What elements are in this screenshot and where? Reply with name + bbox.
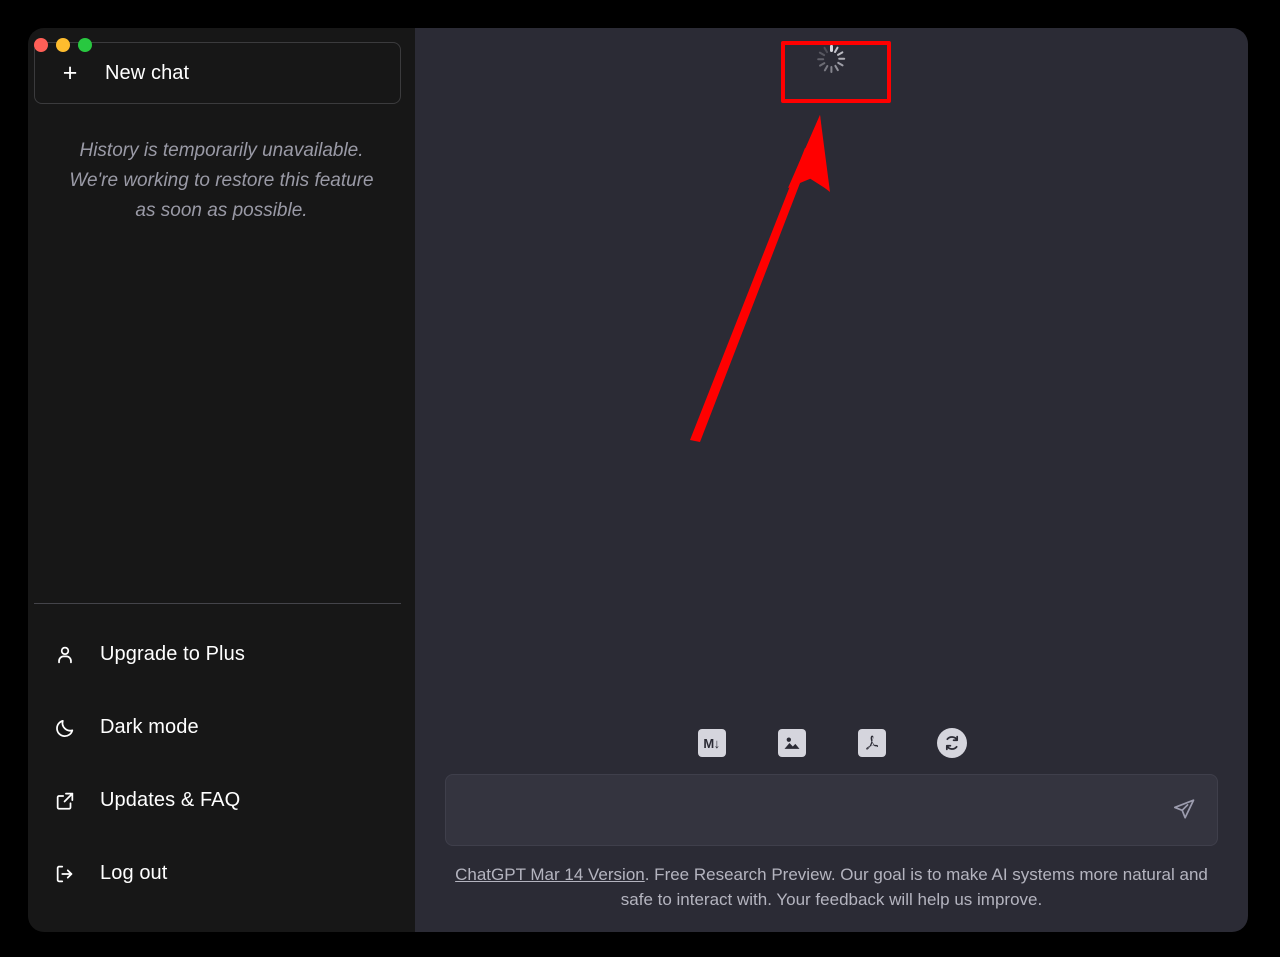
sidebar-menu: Upgrade to Plus Dark mode (28, 604, 415, 932)
image-icon (778, 729, 806, 757)
close-button[interactable] (34, 38, 48, 52)
markdown-icon: M↓ (698, 729, 726, 757)
export-pdf-button[interactable] (855, 726, 889, 760)
sidebar-spacer (28, 226, 415, 603)
message-input[interactable] (446, 775, 1217, 845)
sidebar-item-log-out[interactable]: Log out (28, 837, 415, 910)
new-chat-label: New chat (105, 62, 189, 85)
app-window: + New chat History is temporarily unavai… (28, 28, 1248, 932)
conversation-area (415, 28, 1248, 726)
sidebar: + New chat History is temporarily unavai… (28, 28, 415, 932)
sidebar-item-label: Updates & FAQ (100, 789, 240, 812)
minimize-button[interactable] (56, 38, 70, 52)
export-markdown-button[interactable]: M↓ (695, 726, 729, 760)
user-icon (52, 642, 78, 668)
window-controls (34, 38, 92, 52)
spinner-icon (817, 44, 847, 74)
composer[interactable] (445, 774, 1218, 846)
external-link-icon (52, 788, 78, 814)
refresh-button[interactable] (935, 726, 969, 760)
history-unavailable-note: History is temporarily unavailable. We'r… (58, 136, 385, 226)
send-button[interactable] (1167, 793, 1201, 827)
pdf-icon (858, 729, 886, 757)
screen: + New chat History is temporarily unavai… (0, 0, 1280, 957)
sidebar-item-label: Log out (100, 862, 167, 885)
version-link[interactable]: ChatGPT Mar 14 Version (455, 865, 645, 884)
main-panel: M↓ (415, 28, 1248, 932)
loading-spinner (817, 44, 847, 74)
logout-icon (52, 861, 78, 887)
export-image-button[interactable] (775, 726, 809, 760)
sidebar-item-label: Upgrade to Plus (100, 643, 245, 666)
sidebar-item-dark-mode[interactable]: Dark mode (28, 691, 415, 764)
export-toolbar: M↓ (415, 726, 1248, 774)
moon-icon (52, 715, 78, 741)
sidebar-item-upgrade-to-plus[interactable]: Upgrade to Plus (28, 618, 415, 691)
send-icon (1172, 797, 1196, 824)
sidebar-item-updates-and-faq[interactable]: Updates & FAQ (28, 764, 415, 837)
zoom-button[interactable] (78, 38, 92, 52)
composer-area (415, 774, 1248, 846)
sidebar-item-label: Dark mode (100, 716, 199, 739)
footer-text: . Free Research Preview. Our goal is to … (621, 865, 1208, 909)
refresh-icon (937, 728, 967, 758)
footer-disclaimer: ChatGPT Mar 14 Version. Free Research Pr… (415, 846, 1248, 932)
plus-icon: + (61, 61, 79, 86)
